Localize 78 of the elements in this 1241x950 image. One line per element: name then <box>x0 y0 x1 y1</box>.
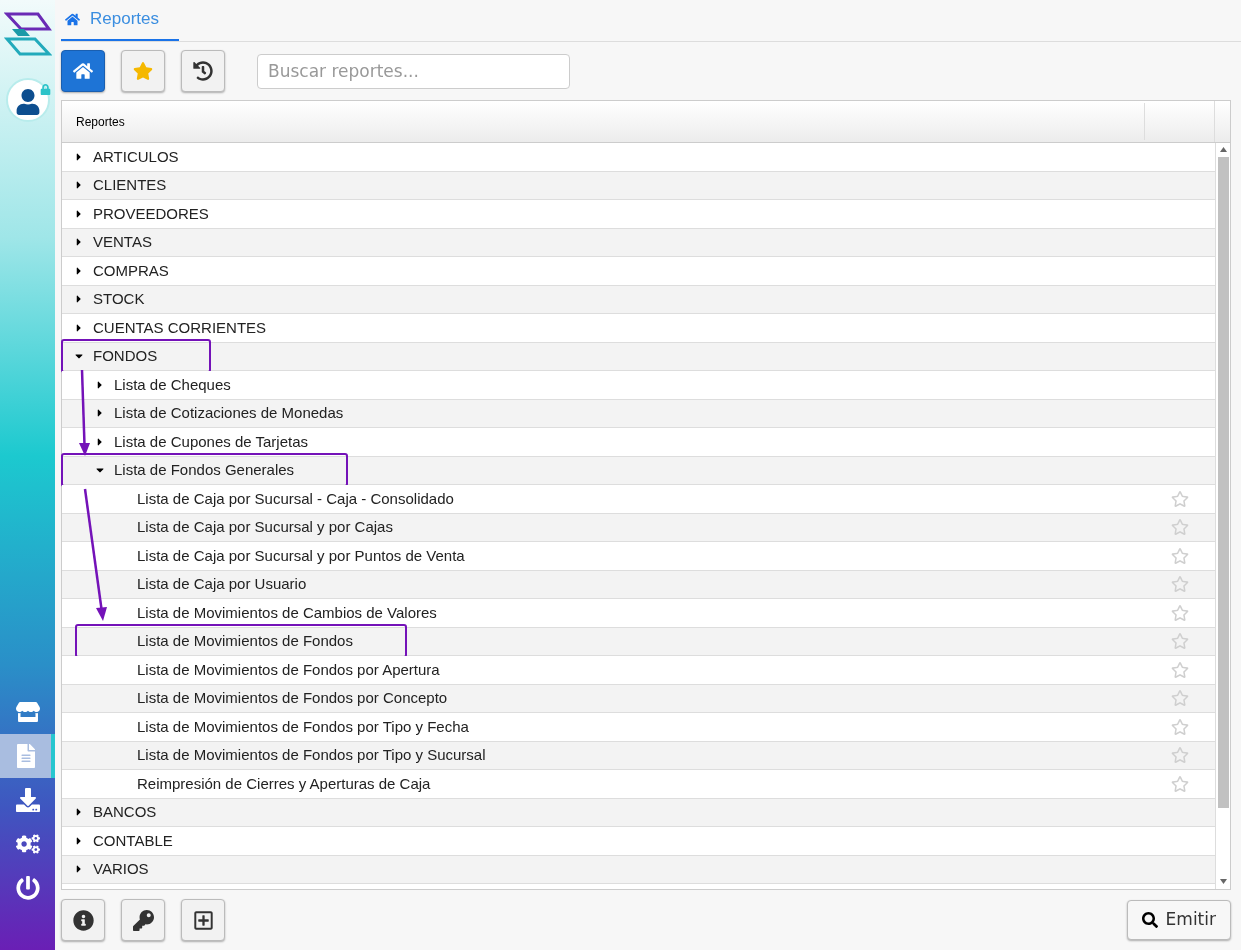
row-label: Lista de Movimientos de Fondos por Tipo y Fecha <box>137 716 469 737</box>
user-icon <box>14 89 41 115</box>
row-label: Lista de Caja por Sucursal y por Puntos de Venta <box>137 545 465 566</box>
row-label: Lista de Fondos Generales <box>114 460 295 480</box>
key-icon <box>132 909 154 931</box>
emit-button[interactable]: Emitir <box>1126 900 1231 940</box>
row-label: STOCK <box>93 289 145 309</box>
tree-row[interactable]: BANCOS <box>62 798 1215 827</box>
tree-row[interactable]: VENTAS <box>62 228 1215 257</box>
star-outline-icon[interactable] <box>1171 717 1189 736</box>
tree-row[interactable]: Lista de Fondos Generales <box>62 456 1215 485</box>
key-button[interactable] <box>121 899 165 941</box>
lock-icon <box>39 84 51 95</box>
tree-row[interactable]: CLIENTES <box>62 171 1215 200</box>
row-label: Lista de Cotizaciones de Monedas <box>114 403 344 423</box>
home-button[interactable] <box>61 50 105 92</box>
star-icon <box>133 61 153 81</box>
column-header: Reportes <box>62 103 1145 140</box>
row-label: VENTAS <box>93 232 152 252</box>
settings-icon <box>15 832 40 856</box>
row-label: ARTICULOS <box>93 146 179 167</box>
tree-row[interactable]: FONDOS <box>62 342 1215 371</box>
star-outline-icon[interactable] <box>1171 632 1189 651</box>
tree-row[interactable]: STOCK <box>62 285 1215 314</box>
row-label: Lista de Movimientos de Fondos por Tipo y Sucursal <box>137 745 486 765</box>
tree-row[interactable]: Lista de Movimientos de Fondos por Tipo y Sucursal <box>62 741 1215 770</box>
row-label: Lista de Movimientos de Fondos <box>137 631 353 651</box>
row-label: BANCOS <box>93 802 157 822</box>
row-label: Lista de Movimientos de Fondos por Apertura <box>137 659 440 680</box>
tree-row[interactable]: VARIOS <box>62 855 1215 884</box>
row-label: CLIENTES <box>93 175 167 195</box>
tree-row[interactable]: Lista de Caja por Sucursal y por Cajas <box>62 513 1215 542</box>
row-label: VARIOS <box>93 859 149 879</box>
tree-row[interactable]: Lista de Caja por Sucursal - Caja - Consolidado <box>62 485 1215 514</box>
history-button[interactable] <box>181 50 225 92</box>
tree-row[interactable]: Lista de Cotizaciones de Monedas <box>62 399 1215 428</box>
tree-row[interactable]: Lista de Caja por Usuario <box>62 570 1215 599</box>
home-icon <box>73 61 93 81</box>
star-outline-icon[interactable] <box>1171 660 1189 679</box>
row-label: CUENTAS CORRIENTES <box>93 317 267 338</box>
tree-row[interactable]: Lista de Movimientos de Fondos por Concepto <box>62 684 1215 713</box>
star-outline-icon[interactable] <box>1171 603 1189 622</box>
star-outline-icon[interactable] <box>1171 575 1189 594</box>
row-label: Lista de Movimientos de Fondos por Concepto <box>137 688 448 708</box>
star-outline-icon[interactable] <box>1171 746 1189 765</box>
tree-row[interactable]: Lista de Movimientos de Fondos <box>62 627 1215 656</box>
row-label: COMPRAS <box>93 260 169 281</box>
row-label: Lista de Caja por Sucursal y por Cajas <box>137 517 393 537</box>
download-icon <box>15 788 40 812</box>
scrollbar-drawing[interactable] <box>1215 143 1230 889</box>
row-label: Lista de Caja por Sucursal - Caja - Consolidado <box>137 488 454 509</box>
history-icon <box>193 61 213 81</box>
store-icon <box>15 700 40 724</box>
row-label: Lista de Caja por Usuario <box>137 574 307 594</box>
info-button[interactable] <box>61 899 105 941</box>
row-label: PROVEEDORES <box>93 203 209 224</box>
tab-label: Reportes <box>90 8 159 31</box>
tree-row[interactable]: Lista de Cheques <box>62 371 1215 400</box>
user-avatar[interactable] <box>5 78 50 122</box>
power-icon <box>15 876 40 900</box>
home-icon <box>65 11 80 27</box>
row-label: CONTABLE <box>93 830 173 851</box>
star-outline-icon[interactable] <box>1171 774 1189 793</box>
star-outline-icon[interactable] <box>1171 546 1189 565</box>
row-label: FONDOS <box>93 346 158 366</box>
add-button[interactable] <box>181 899 225 941</box>
tree-row[interactable]: Lista de Movimientos de Fondos por Apertura <box>62 656 1215 685</box>
row-label: Lista de Cheques <box>114 374 231 395</box>
search-field[interactable]: Buscar reportes... <box>257 53 570 89</box>
row-label: Lista de Movimientos de Cambios de Valores <box>137 602 437 623</box>
star-outline-icon[interactable] <box>1171 489 1189 508</box>
row-label: Reimpresión de Cierres y Aperturas de Caja <box>137 773 431 794</box>
star-outline-icon[interactable] <box>1171 689 1189 708</box>
star-outline-icon[interactable] <box>1171 518 1189 537</box>
info-icon <box>72 909 94 931</box>
logo-icon <box>3 10 52 58</box>
search-icon <box>1141 912 1158 928</box>
row-label: Lista de Cupones de Tarjetas <box>114 431 309 452</box>
